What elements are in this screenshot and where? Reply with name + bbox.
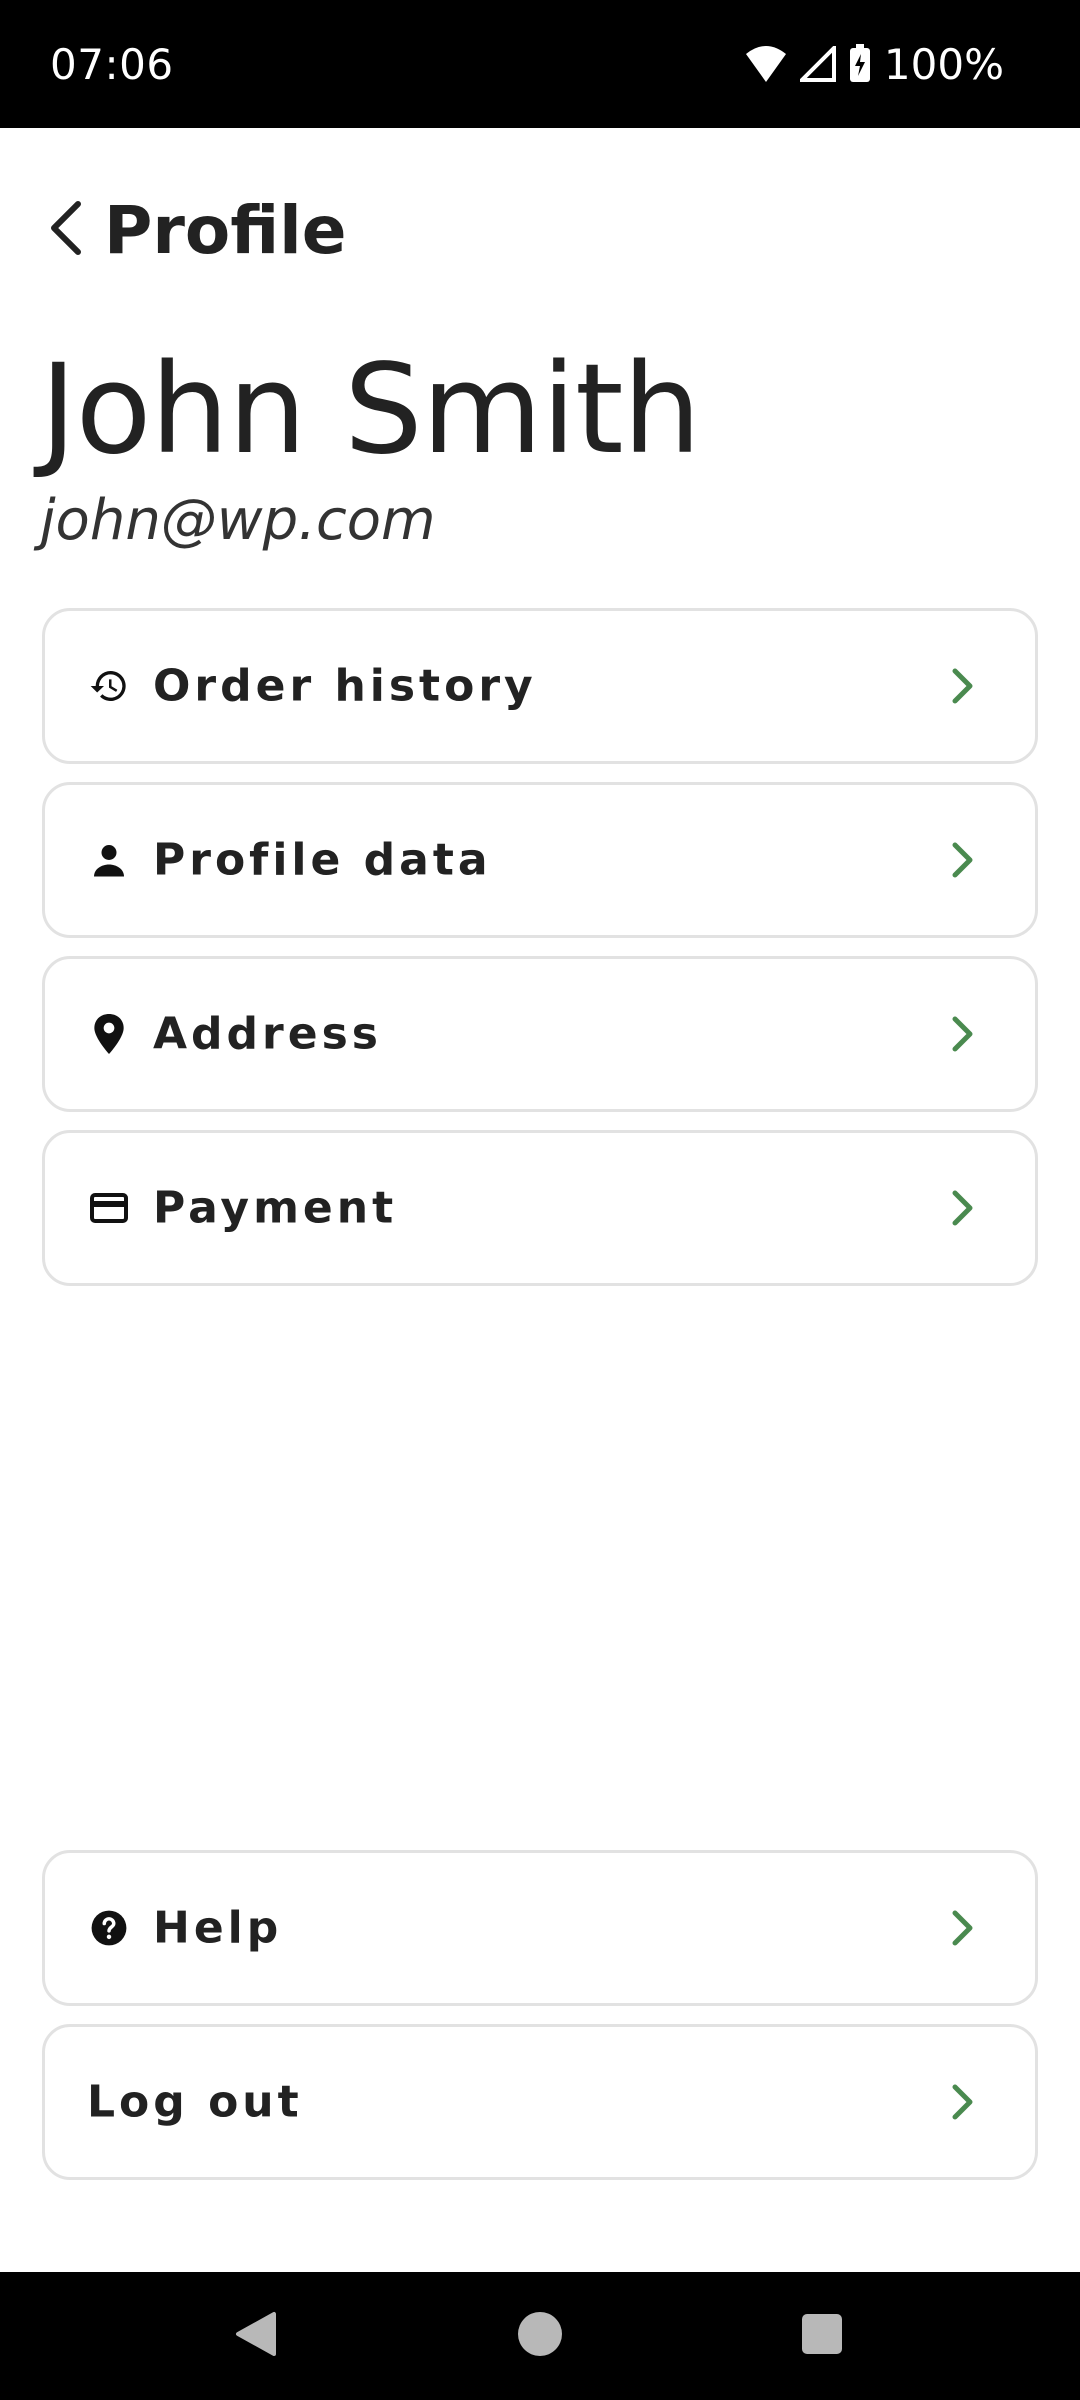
status-time: 07:06 — [50, 40, 174, 89]
signal-icon — [799, 46, 836, 82]
nav-home-button[interactable] — [480, 2272, 600, 2400]
nav-recents-button[interactable] — [762, 2272, 882, 2400]
menu-item-label: Log out — [87, 2076, 303, 2128]
status-bar: 07:06 100% — [0, 0, 1080, 128]
chevron-right-icon — [943, 1014, 983, 1054]
location-pin-icon — [87, 1012, 131, 1056]
menu-item-label: Order history — [153, 660, 537, 712]
chevron-right-icon — [943, 1908, 983, 1948]
nav-back-button[interactable] — [196, 2272, 316, 2400]
menu-item-label: Help — [153, 1902, 283, 1954]
back-triangle-icon — [234, 2310, 278, 2363]
chevron-right-icon — [943, 666, 983, 706]
menu-item-help[interactable]: Help — [42, 1850, 1038, 2006]
user-email: john@wp.com — [40, 488, 436, 553]
menu-item-order-history[interactable]: Order history — [42, 608, 1038, 764]
help-circle-icon — [87, 1906, 131, 1950]
chevron-right-icon — [943, 2082, 983, 2122]
battery-charging-icon — [848, 44, 872, 84]
menu-item-profile-data[interactable]: Profile data — [42, 782, 1038, 938]
chevron-right-icon — [943, 1188, 983, 1228]
back-button[interactable] — [30, 194, 102, 266]
menu-item-payment[interactable]: Payment — [42, 1130, 1038, 1286]
chevron-right-icon — [943, 840, 983, 880]
battery-percentage: 100% — [883, 39, 1004, 89]
system-navigation-bar — [0, 2272, 1080, 2400]
user-name: John Smith — [40, 338, 701, 482]
page-title: Profile — [104, 192, 347, 269]
home-circle-icon — [516, 2310, 564, 2363]
credit-card-icon — [87, 1186, 131, 1230]
menu-item-label: Payment — [153, 1182, 398, 1234]
wifi-icon — [744, 44, 788, 84]
menu-item-log-out[interactable]: Log out — [42, 2024, 1038, 2180]
person-icon — [87, 838, 131, 882]
menu-item-address[interactable]: Address — [42, 956, 1038, 1112]
status-icons: 100% — [744, 39, 1004, 89]
recents-square-icon — [801, 2313, 843, 2360]
history-icon — [87, 664, 131, 708]
menu-item-label: Address — [153, 1008, 382, 1060]
chevron-left-icon — [46, 200, 86, 261]
menu-item-label: Profile data — [153, 834, 492, 886]
top-app-bar: Profile — [0, 180, 1080, 280]
